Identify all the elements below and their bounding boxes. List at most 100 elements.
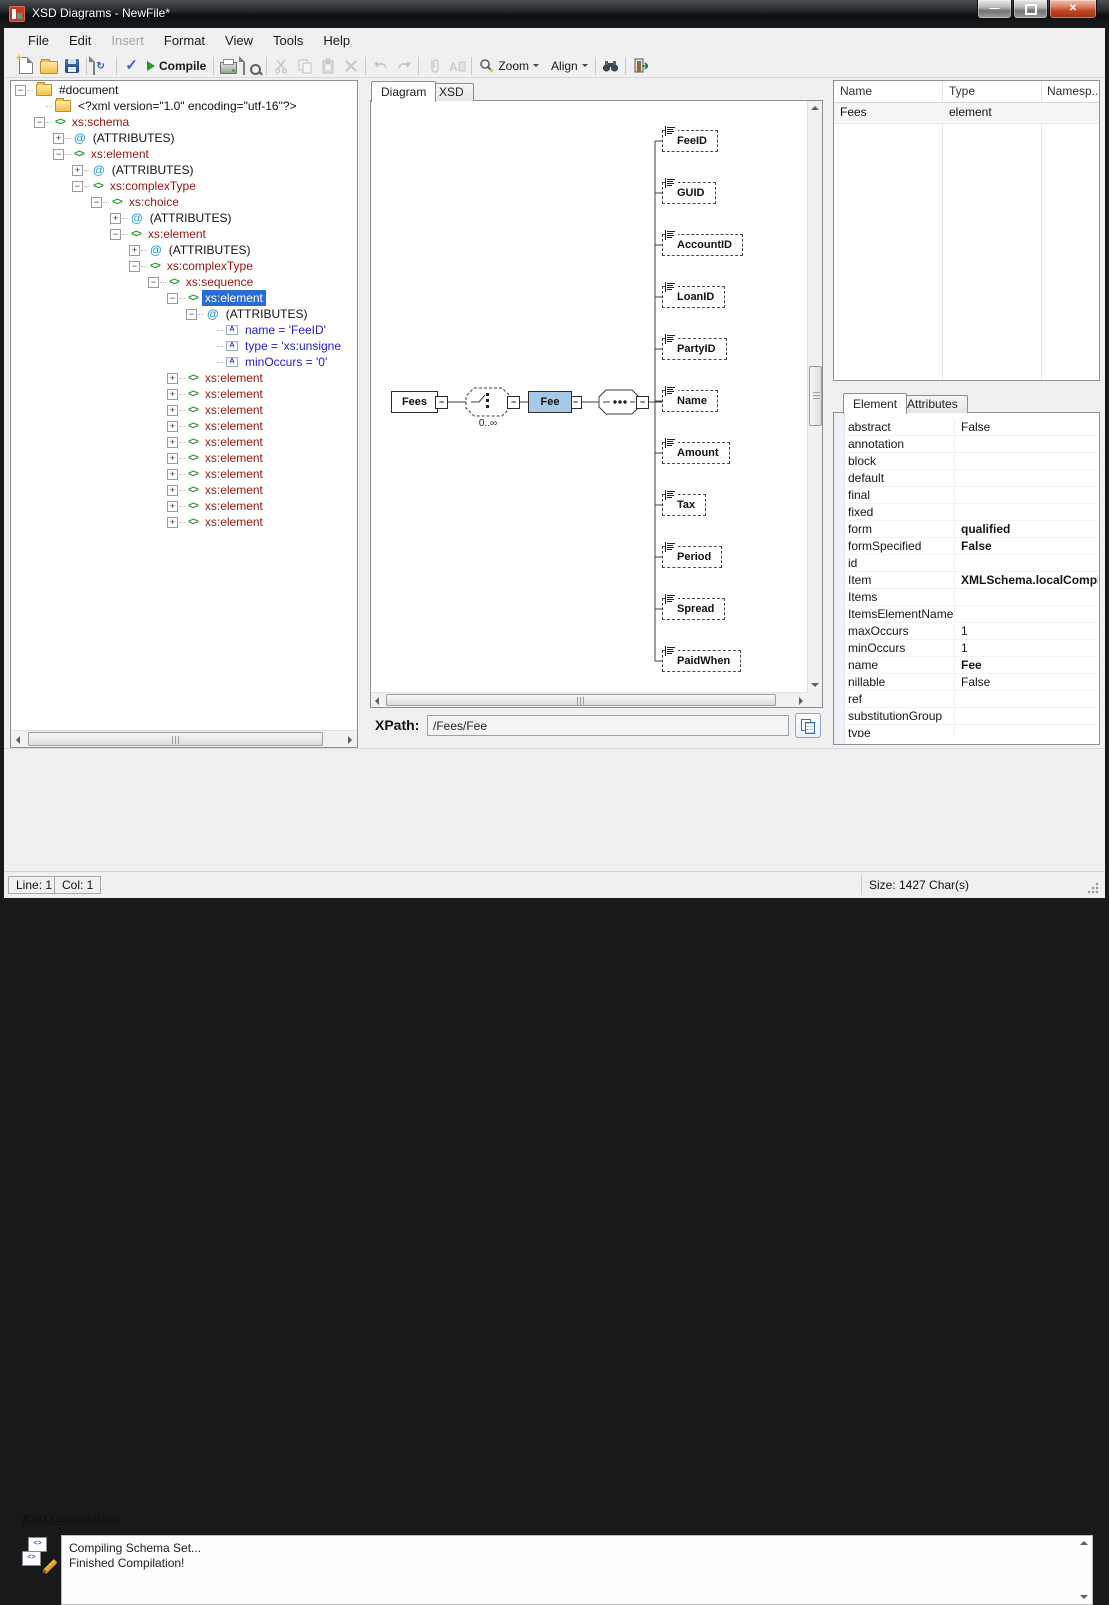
attach-button[interactable] — [422, 55, 445, 77]
find-button[interactable] — [599, 55, 622, 77]
print-button[interactable] — [217, 55, 240, 77]
tree-item-label[interactable]: <?xml version="1.0" encoding="utf-16"?> — [75, 98, 300, 114]
tree-expander-plus[interactable]: + — [72, 165, 83, 176]
tree-expander-plus[interactable]: + — [53, 133, 64, 144]
tree-expander-plus[interactable]: + — [110, 213, 121, 224]
compile-button[interactable]: Compile — [143, 55, 210, 77]
tree-item-label[interactable]: (ATTRIBUTES) — [223, 306, 311, 322]
tree-expander-plus[interactable]: + — [167, 517, 178, 528]
copy-button[interactable] — [293, 55, 316, 77]
diagram-collapse-button[interactable]: − — [636, 396, 649, 409]
menu-edit[interactable]: Edit — [59, 28, 101, 54]
tree-expander-plus[interactable]: + — [167, 469, 178, 480]
tree-expander-plus[interactable]: + — [167, 373, 178, 384]
tree-expander-plus[interactable]: + — [167, 405, 178, 416]
property-value[interactable]: Fee — [955, 658, 1098, 672]
property-value[interactable]: False — [955, 539, 1098, 553]
tree-expander-plus[interactable]: + — [167, 421, 178, 432]
diagram-element-feeid[interactable]: FeeID — [662, 130, 718, 152]
diagram-element-tax[interactable]: Tax — [662, 494, 706, 516]
tree-item-label[interactable]: minOccurs = '0' — [242, 354, 330, 370]
tree-item-label[interactable]: xs:element — [88, 146, 152, 162]
tree-item-label[interactable]: (ATTRIBUTES) — [90, 130, 178, 146]
menu-insert[interactable]: Insert — [101, 28, 154, 54]
diagram-element-amount[interactable]: Amount — [662, 442, 730, 464]
tree-item-label[interactable]: xs:element — [202, 402, 266, 418]
rename-button[interactable]: A — [445, 55, 468, 77]
table-row[interactable]: Fees element — [834, 103, 1099, 124]
tab-diagram[interactable]: Diagram — [371, 81, 436, 102]
tab-element[interactable]: Element — [843, 393, 907, 414]
property-value[interactable]: XMLSchema.localComple — [955, 573, 1098, 587]
tree-item-label[interactable]: xs:element — [202, 386, 266, 402]
diagram-element-name[interactable]: Name — [662, 390, 718, 412]
paste-button[interactable] — [316, 55, 339, 77]
tree-expander-plus[interactable]: + — [167, 437, 178, 448]
tree-item-label[interactable]: xs:sequence — [183, 274, 256, 290]
tree-expander-minus[interactable]: − — [72, 181, 83, 192]
refresh-button[interactable]: ↻ — [90, 55, 113, 77]
validate-button[interactable]: ✓ — [120, 55, 143, 77]
tree-expander-minus[interactable]: − — [91, 197, 102, 208]
tree-expander-minus[interactable]: − — [167, 293, 178, 304]
minimize-button[interactable]: — — [977, 0, 1012, 19]
tree-item-label[interactable]: xs:complexType — [164, 258, 256, 274]
diagram-collapse-button[interactable]: − — [507, 396, 520, 409]
tree-item-label[interactable]: (ATTRIBUTES) — [147, 210, 235, 226]
resize-grip[interactable] — [1087, 882, 1099, 894]
diagram-element-selected[interactable]: Fee — [528, 391, 572, 413]
diagram-canvas[interactable]: Fees−−−−0..∞FeeFeeIDGUIDAccountIDLoanIDP… — [371, 101, 807, 692]
tree-item-label[interactable]: xs:schema — [69, 114, 132, 130]
zoom-button[interactable]: Zoom — [475, 55, 543, 77]
tree-item-label[interactable]: xs:element — [202, 450, 266, 466]
output-scroll-down-icon[interactable] — [1080, 1595, 1088, 1599]
save-button[interactable] — [60, 55, 83, 77]
print-preview-button[interactable] — [240, 55, 263, 77]
tree-item-label[interactable]: xs:element — [202, 370, 266, 386]
cut-button[interactable] — [270, 55, 293, 77]
diagram-element-loanid[interactable]: LoanID — [662, 286, 725, 308]
property-value[interactable]: False — [955, 420, 1098, 434]
diagram-collapse-button[interactable]: − — [435, 396, 448, 409]
undo-button[interactable] — [369, 55, 392, 77]
menu-help[interactable]: Help — [313, 28, 360, 54]
column-header-namespace[interactable]: Namesp... — [1047, 81, 1097, 102]
tree-expander-minus[interactable]: − — [15, 85, 26, 96]
diagram-element-paidwhen[interactable]: PaidWhen — [662, 650, 741, 672]
column-header-type[interactable]: Type — [949, 81, 1039, 102]
tree-expander-minus[interactable]: − — [186, 309, 197, 320]
xpath-copy-button[interactable] — [795, 713, 821, 738]
tree-expander-minus[interactable]: − — [34, 117, 45, 128]
diagram-vscrollbar[interactable] — [807, 101, 822, 692]
diagram-element-accountid[interactable]: AccountID — [662, 234, 743, 256]
tree-item-label[interactable]: xs:element — [202, 466, 266, 482]
diagram-hscrollbar-thumb[interactable] — [386, 694, 776, 706]
exit-button[interactable] — [629, 55, 652, 77]
tree-expander-plus[interactable]: + — [167, 453, 178, 464]
diagram-element-period[interactable]: Period — [662, 546, 722, 568]
tree-item-label[interactable]: #document — [56, 82, 121, 98]
tree-item-label[interactable]: xs:choice — [126, 194, 182, 210]
tree-expander-minus[interactable]: − — [110, 229, 121, 240]
diagram-element-spread[interactable]: Spread — [662, 598, 725, 620]
tree-hscrollbar[interactable] — [11, 730, 357, 747]
property-value[interactable]: False — [955, 675, 1098, 689]
delete-button[interactable] — [339, 55, 362, 77]
tree-item-label[interactable]: (ATTRIBUTES) — [166, 242, 254, 258]
tree-item-label[interactable]: xs:element — [145, 226, 209, 242]
diagram-element-guid[interactable]: GUID — [662, 182, 716, 204]
tree-item-label[interactable]: xs:element — [202, 418, 266, 434]
property-value[interactable]: 1 — [955, 624, 1098, 638]
new-button[interactable] — [14, 55, 37, 77]
menu-tools[interactable]: Tools — [263, 28, 313, 54]
column-header-name[interactable]: Name — [840, 81, 940, 102]
tab-attributes[interactable]: Attributes — [897, 395, 968, 413]
tree-item-label[interactable]: xs:element — [202, 482, 266, 498]
output-scroll-up-icon[interactable] — [1080, 1541, 1088, 1545]
tree-expander-minus[interactable]: − — [129, 261, 140, 272]
tree-item-label[interactable]: xs:element — [202, 514, 266, 530]
align-button[interactable]: Align — [543, 55, 592, 77]
tree-item-label[interactable]: (ATTRIBUTES) — [109, 162, 197, 178]
close-button[interactable]: ✕ — [1049, 0, 1097, 19]
tree-expander-plus[interactable]: + — [167, 485, 178, 496]
